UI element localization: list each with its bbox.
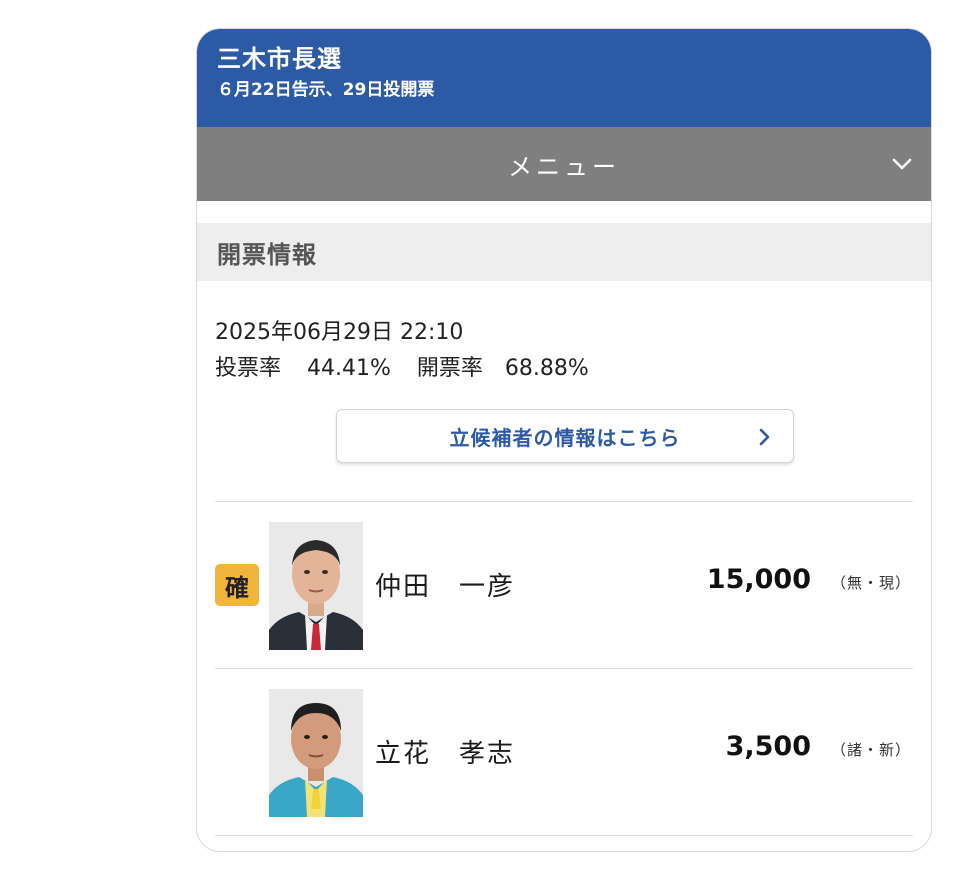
rates-row: 投票率 44.41% 開票率 68.88%	[215, 351, 931, 387]
candidate-name: 立花 孝志	[375, 739, 516, 769]
candidate-photo	[269, 689, 363, 817]
update-datetime: 2025年06月29日 22:10	[215, 320, 464, 345]
candidate-party: （諸・新）	[830, 741, 911, 759]
elected-badge: 確	[215, 564, 259, 606]
election-header: 三木市長選 ６月22日告示、29日投開票	[197, 29, 931, 127]
candidate-photo	[269, 522, 363, 650]
row-divider	[215, 835, 913, 836]
results-list: 確 仲田 一彦 15,000 （無・現） 立花 孝志 3,500 （諸・新）	[197, 501, 931, 836]
candidate-row-2: 立花 孝志 3,500 （諸・新）	[197, 669, 931, 835]
menu-toggle[interactable]: メニュー	[197, 127, 931, 201]
election-card: 三木市長選 ６月22日告示、29日投開票 メニュー 開票情報 2025年06月2…	[196, 28, 932, 852]
candidate-votes: 3,500	[725, 731, 811, 762]
election-title: 三木市長選	[217, 45, 342, 73]
candidate-party: （無・現）	[830, 574, 911, 592]
turnout-value: 44.41%	[307, 356, 391, 381]
counted-value: 68.88%	[504, 356, 589, 381]
turnout-label: 投票率	[215, 356, 282, 381]
menu-label: メニュー	[508, 152, 620, 181]
count-status: 2025年06月29日 22:10 投票率 44.41% 開票率 68.88%	[197, 281, 931, 387]
candidate-info-label: 立候補者の情報はこちら	[449, 425, 681, 450]
portrait-icon	[269, 689, 363, 817]
chevron-right-icon	[759, 428, 770, 446]
section-title: 開票情報	[197, 223, 931, 281]
counted-label: 開票率	[416, 356, 483, 381]
election-schedule: ６月22日告示、29日投開票	[217, 80, 435, 100]
candidate-row-1: 確 仲田 一彦 15,000 （無・現）	[197, 502, 931, 668]
candidate-link-wrap: 立候補者の情報はこちら	[197, 409, 931, 463]
candidate-name: 仲田 一彦	[375, 572, 516, 602]
candidate-info-button[interactable]: 立候補者の情報はこちら	[336, 409, 794, 463]
chevron-down-icon	[892, 158, 912, 170]
candidate-votes: 15,000	[706, 564, 811, 595]
portrait-icon	[269, 522, 363, 650]
